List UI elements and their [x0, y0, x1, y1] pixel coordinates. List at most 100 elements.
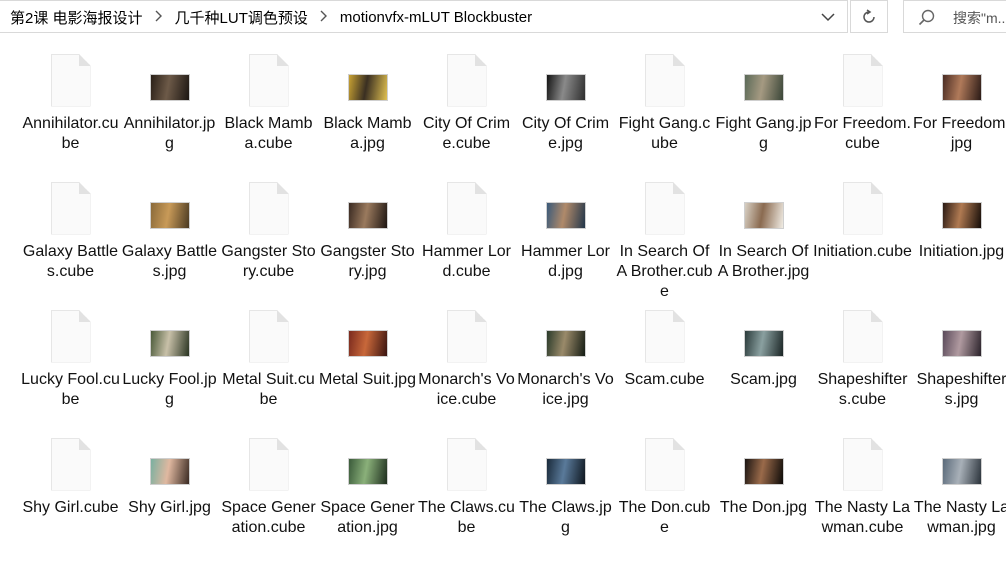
file-icon-container: [615, 436, 714, 492]
file-name: Monarch's Voice.jpg: [517, 371, 614, 408]
file-item[interactable]: The Don.cube: [615, 430, 714, 558]
image-thumbnail-container: [120, 308, 219, 364]
blank-document-icon: [248, 437, 289, 491]
image-thumbnail-container: [912, 308, 1006, 364]
file-item[interactable]: Annihilator.jpg: [120, 46, 219, 174]
blank-document-icon: [248, 53, 289, 107]
file-name: The Claws.cube: [418, 499, 515, 536]
file-item[interactable]: Metal Suit.jpg: [318, 302, 417, 430]
file-item[interactable]: In Search Of A Brother.cube: [615, 174, 714, 302]
image-thumbnail: [347, 73, 388, 101]
file-name: The Don.cube: [618, 499, 711, 536]
chevron-right-icon[interactable]: [310, 9, 338, 26]
file-icon-container: [219, 52, 318, 108]
image-thumbnail: [347, 457, 388, 485]
file-name: Shapeshifters.jpg: [916, 371, 1006, 408]
file-item[interactable]: Initiation.cube: [813, 174, 912, 302]
breadcrumb-item-lut-folder[interactable]: 几千种LUT调色预设: [173, 7, 310, 28]
image-thumbnail: [545, 73, 586, 101]
file-name: Gangster Story.jpg: [320, 243, 415, 280]
file-item[interactable]: Hammer Lord.cube: [417, 174, 516, 302]
blank-document-icon: [842, 53, 883, 107]
file-item[interactable]: Space Generation.jpg: [318, 430, 417, 558]
search-input[interactable]: 搜索"m...: [953, 8, 1006, 28]
image-thumbnail-container: [120, 52, 219, 108]
file-item[interactable]: Hammer Lord.jpg: [516, 174, 615, 302]
file-item[interactable]: In Search Of A Brother.jpg: [714, 174, 813, 302]
file-name: Metal Suit.jpg: [319, 371, 416, 388]
image-thumbnail-container: [912, 180, 1006, 236]
refresh-button[interactable]: [850, 0, 888, 33]
blank-document-icon: [644, 437, 685, 491]
chevron-down-icon[interactable]: [809, 1, 847, 33]
file-item[interactable]: Black Mamba.cube: [219, 46, 318, 174]
file-item[interactable]: Metal Suit.cube: [219, 302, 318, 430]
file-grid: Annihilator.cube Annihilator.jpg Black Mam…: [21, 46, 1006, 558]
file-item[interactable]: Shapeshifters.jpg: [912, 302, 1006, 430]
file-icon-container: [615, 52, 714, 108]
file-name: City Of Crime.cube: [422, 115, 511, 152]
image-thumbnail: [545, 201, 586, 229]
file-item[interactable]: The Nasty Lawman.cube: [813, 430, 912, 558]
file-icon-container: [21, 308, 120, 364]
file-item[interactable]: Lucky Fool.jpg: [120, 302, 219, 430]
file-item[interactable]: Fight Gang.jpg: [714, 46, 813, 174]
blank-document-icon: [446, 181, 487, 235]
file-item[interactable]: Shapeshifters.cube: [813, 302, 912, 430]
image-thumbnail: [941, 73, 982, 101]
breadcrumb-item-current-folder[interactable]: motionvfx-mLUT Blockbuster: [338, 9, 534, 26]
file-name: The Don.jpg: [719, 499, 808, 516]
file-item[interactable]: The Don.jpg: [714, 430, 813, 558]
file-item[interactable]: Shy Girl.jpg: [120, 430, 219, 558]
image-thumbnail: [743, 73, 784, 101]
image-thumbnail-container: [120, 180, 219, 236]
image-thumbnail-container: [714, 436, 813, 492]
blank-document-icon: [50, 309, 91, 363]
image-thumbnail: [545, 457, 586, 485]
file-name: Gangster Story.cube: [221, 243, 316, 280]
file-icon-container: [813, 308, 912, 364]
file-item[interactable]: The Claws.cube: [417, 430, 516, 558]
file-icon-container: [219, 180, 318, 236]
file-item[interactable]: Scam.cube: [615, 302, 714, 430]
blank-document-icon: [446, 309, 487, 363]
file-item[interactable]: Monarch's Voice.jpg: [516, 302, 615, 430]
breadcrumb-item-lesson[interactable]: 第2课 电影海报设计: [8, 7, 145, 28]
search-box[interactable]: 搜索"m...: [903, 0, 1006, 33]
file-item[interactable]: Monarch's Voice.cube: [417, 302, 516, 430]
file-name: Scam.jpg: [730, 371, 797, 388]
file-item[interactable]: For Freedom.cube: [813, 46, 912, 174]
file-item[interactable]: Lucky Fool.cube: [21, 302, 120, 430]
file-item[interactable]: Galaxy Battles.cube: [21, 174, 120, 302]
file-name: Fight Gang.cube: [618, 115, 711, 152]
file-item[interactable]: Annihilator.cube: [21, 46, 120, 174]
file-item[interactable]: Gangster Story.cube: [219, 174, 318, 302]
file-name: Annihilator.jpg: [123, 115, 216, 152]
file-name: Space Generation.cube: [221, 499, 316, 536]
file-item[interactable]: Galaxy Battles.jpg: [120, 174, 219, 302]
file-item[interactable]: Shy Girl.cube: [21, 430, 120, 558]
file-name: Galaxy Battles.cube: [22, 243, 119, 280]
file-icon-container: [615, 180, 714, 236]
file-icon-container: [21, 180, 120, 236]
file-item[interactable]: City Of Crime.cube: [417, 46, 516, 174]
file-item[interactable]: Scam.jpg: [714, 302, 813, 430]
address-bar[interactable]: 第2课 电影海报设计 几千种LUT调色预设 motionvfx-mLUT Blo…: [0, 0, 848, 33]
chevron-right-icon[interactable]: [145, 9, 173, 26]
file-item[interactable]: Space Generation.cube: [219, 430, 318, 558]
file-item[interactable]: Initiation.jpg: [912, 174, 1006, 302]
file-name: In Search Of A Brother.cube: [616, 243, 713, 300]
file-item[interactable]: Fight Gang.cube: [615, 46, 714, 174]
image-thumbnail: [149, 73, 190, 101]
file-item[interactable]: Gangster Story.jpg: [318, 174, 417, 302]
file-item[interactable]: City Of Crime.jpg: [516, 46, 615, 174]
image-thumbnail-container: [516, 308, 615, 364]
file-icon-container: [21, 436, 120, 492]
image-thumbnail-container: [318, 180, 417, 236]
file-item[interactable]: For Freedom.jpg: [912, 46, 1006, 174]
file-item[interactable]: Black Mamba.jpg: [318, 46, 417, 174]
image-thumbnail-container: [516, 436, 615, 492]
file-item[interactable]: The Nasty Lawman.jpg: [912, 430, 1006, 558]
image-thumbnail-container: [516, 180, 615, 236]
file-item[interactable]: The Claws.jpg: [516, 430, 615, 558]
